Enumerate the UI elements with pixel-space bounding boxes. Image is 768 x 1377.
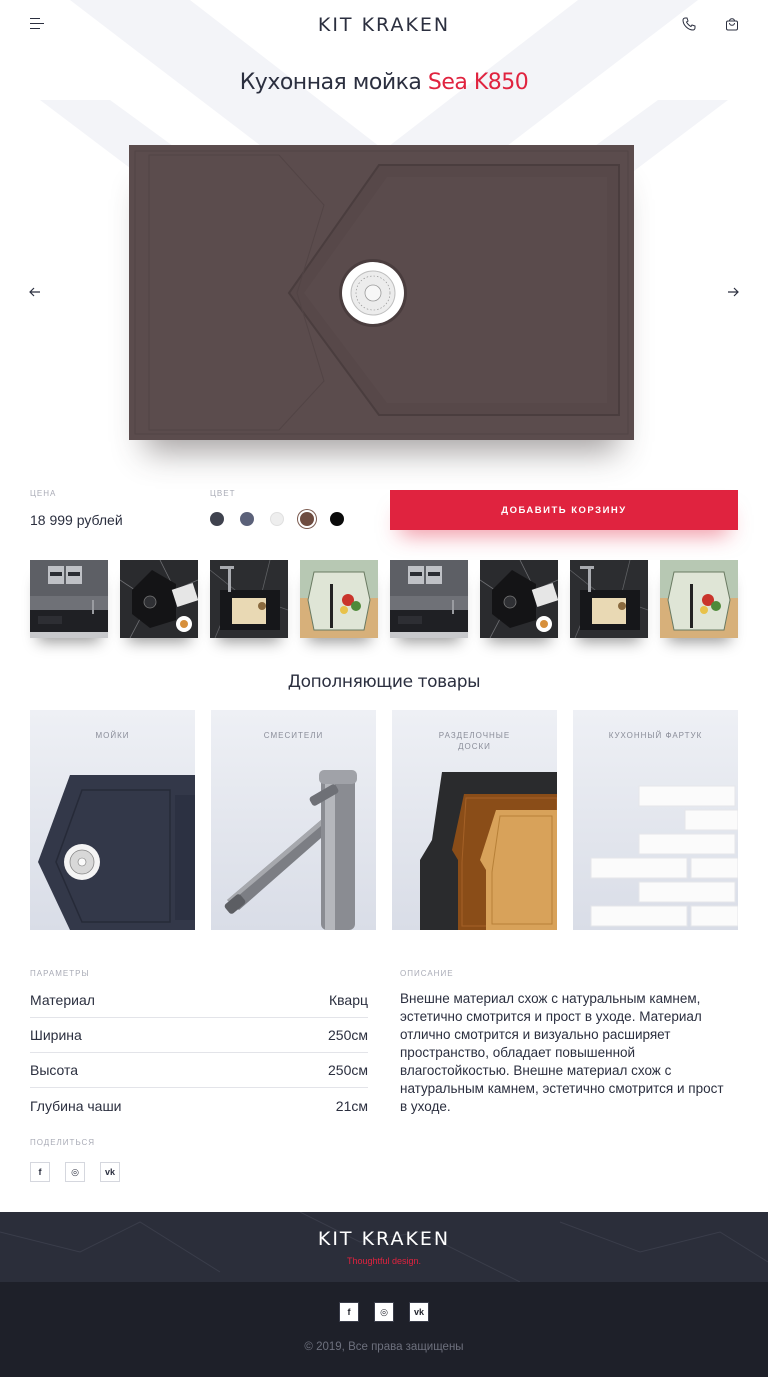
arrow-right-icon[interactable] bbox=[726, 285, 740, 299]
thumbnail-strip bbox=[30, 560, 738, 638]
param-value: 250см bbox=[328, 1062, 368, 1078]
price-value: 18 999 рублей bbox=[30, 512, 123, 528]
complementary-cards: МОЙКИ СМЕСИТЕЛИ РАЗДЕЛОЧНЫЕ ДОСКИ КУХОНН… bbox=[30, 710, 738, 930]
footer-tagline: Thoughtful design. bbox=[346, 1256, 422, 1266]
card-label: МОЙКИ bbox=[95, 731, 130, 740]
card-label: СМЕСИТЕЛИ bbox=[263, 731, 324, 740]
share-icons: f ◎ vk bbox=[30, 1162, 120, 1182]
facebook-icon[interactable]: f bbox=[30, 1162, 50, 1182]
param-row: Высота 250см bbox=[30, 1053, 368, 1088]
color-swatch[interactable] bbox=[300, 512, 314, 526]
copyright: © 2019, Все права защищены bbox=[304, 1341, 464, 1353]
card-sinks[interactable]: МОЙКИ bbox=[30, 710, 195, 930]
page-title: Кухонная мойка Sea K850 bbox=[0, 70, 768, 95]
add-to-cart-button[interactable]: ДОБАВИТЬ КОРЗИНУ bbox=[390, 490, 738, 530]
title-model: Sea K850 bbox=[427, 70, 529, 95]
param-value: 250см bbox=[328, 1027, 368, 1043]
faucet-icon bbox=[224, 770, 357, 930]
description-text: Внешне материал схож с натуральным камне… bbox=[400, 991, 724, 1114]
param-name: Высота bbox=[30, 1062, 79, 1078]
color-swatch[interactable] bbox=[210, 512, 224, 526]
thumbnail-cutting-board-vegetables[interactable] bbox=[660, 560, 738, 638]
footer-social-icons: f ◎ vk bbox=[339, 1302, 429, 1322]
param-name: Материал bbox=[30, 992, 95, 1008]
card-cutting-boards[interactable]: РАЗДЕЛОЧНЫЕ ДОСКИ bbox=[392, 710, 557, 930]
sink-sea-k850-image bbox=[129, 145, 634, 440]
sink-icon bbox=[38, 775, 195, 930]
thumbnail-kitchen-interior[interactable] bbox=[30, 560, 108, 638]
arrow-left-icon[interactable] bbox=[28, 285, 42, 299]
card-kitchen-backsplash[interactable]: КУХОННЫЙ ФАРТУК bbox=[573, 710, 738, 930]
thumbnail-sink-black-marble[interactable] bbox=[480, 560, 558, 638]
param-name: Глубина чаши bbox=[30, 1097, 122, 1114]
site-header: KIT KRAKEN bbox=[0, 0, 768, 50]
facebook-icon[interactable]: f bbox=[339, 1302, 359, 1322]
title-prefix: Кухонная мойка bbox=[239, 70, 422, 95]
parameters-table: Материал Кварц Ширина 250см Высота 250см… bbox=[30, 983, 368, 1123]
site-logo[interactable]: KIT KRAKEN bbox=[0, 14, 768, 36]
phone-icon[interactable] bbox=[682, 17, 696, 31]
card-label: КУХОННЫЙ ФАРТУК bbox=[608, 731, 703, 740]
thumbnail-sink-black-marble[interactable] bbox=[120, 560, 198, 638]
footer-logo[interactable]: KIT KRAKEN bbox=[0, 1228, 768, 1250]
card-faucets[interactable]: СМЕСИТЕЛИ bbox=[211, 710, 376, 930]
color-label: ЦВЕТ bbox=[210, 489, 236, 498]
tile-icon bbox=[590, 785, 738, 927]
color-swatch[interactable] bbox=[270, 512, 284, 526]
vk-icon[interactable]: vk bbox=[409, 1302, 429, 1322]
parameters-label: ПАРАМЕТРЫ bbox=[30, 969, 90, 978]
thumbnail-kitchen-interior[interactable] bbox=[390, 560, 468, 638]
instagram-icon[interactable]: ◎ bbox=[65, 1162, 85, 1182]
card-label: РАЗДЕЛОЧНЫЕ ДОСКИ bbox=[438, 731, 511, 751]
param-name: Ширина bbox=[30, 1027, 82, 1043]
complementary-title: Дополняющие товары bbox=[287, 672, 481, 692]
thumbnail-sink-with-board[interactable] bbox=[570, 560, 648, 638]
footer-bottom: f ◎ vk © 2019, Все права защищены bbox=[0, 1282, 768, 1377]
param-row: Ширина 250см bbox=[30, 1018, 368, 1053]
param-row: Материал Кварц bbox=[30, 983, 368, 1018]
color-swatch[interactable] bbox=[330, 512, 344, 526]
thumbnail-cutting-board-vegetables[interactable] bbox=[300, 560, 378, 638]
color-swatches bbox=[210, 512, 344, 526]
param-row: Глубина чаши 21см bbox=[30, 1088, 368, 1123]
description-label: ОПИСАНИЕ bbox=[400, 969, 454, 978]
share-label: ПОДЕЛИТЬСЯ bbox=[30, 1138, 96, 1147]
vk-icon[interactable]: vk bbox=[100, 1162, 120, 1182]
price-label: ЦЕНА bbox=[30, 489, 57, 498]
cart-icon[interactable] bbox=[725, 17, 739, 31]
param-value: 21см bbox=[335, 1097, 368, 1114]
footer-brand: KIT KRAKEN Thoughtful design. bbox=[0, 1212, 768, 1282]
param-value: Кварц bbox=[328, 992, 368, 1008]
thumbnail-sink-with-board[interactable] bbox=[210, 560, 288, 638]
color-swatch[interactable] bbox=[240, 512, 254, 526]
instagram-icon[interactable]: ◎ bbox=[374, 1302, 394, 1322]
